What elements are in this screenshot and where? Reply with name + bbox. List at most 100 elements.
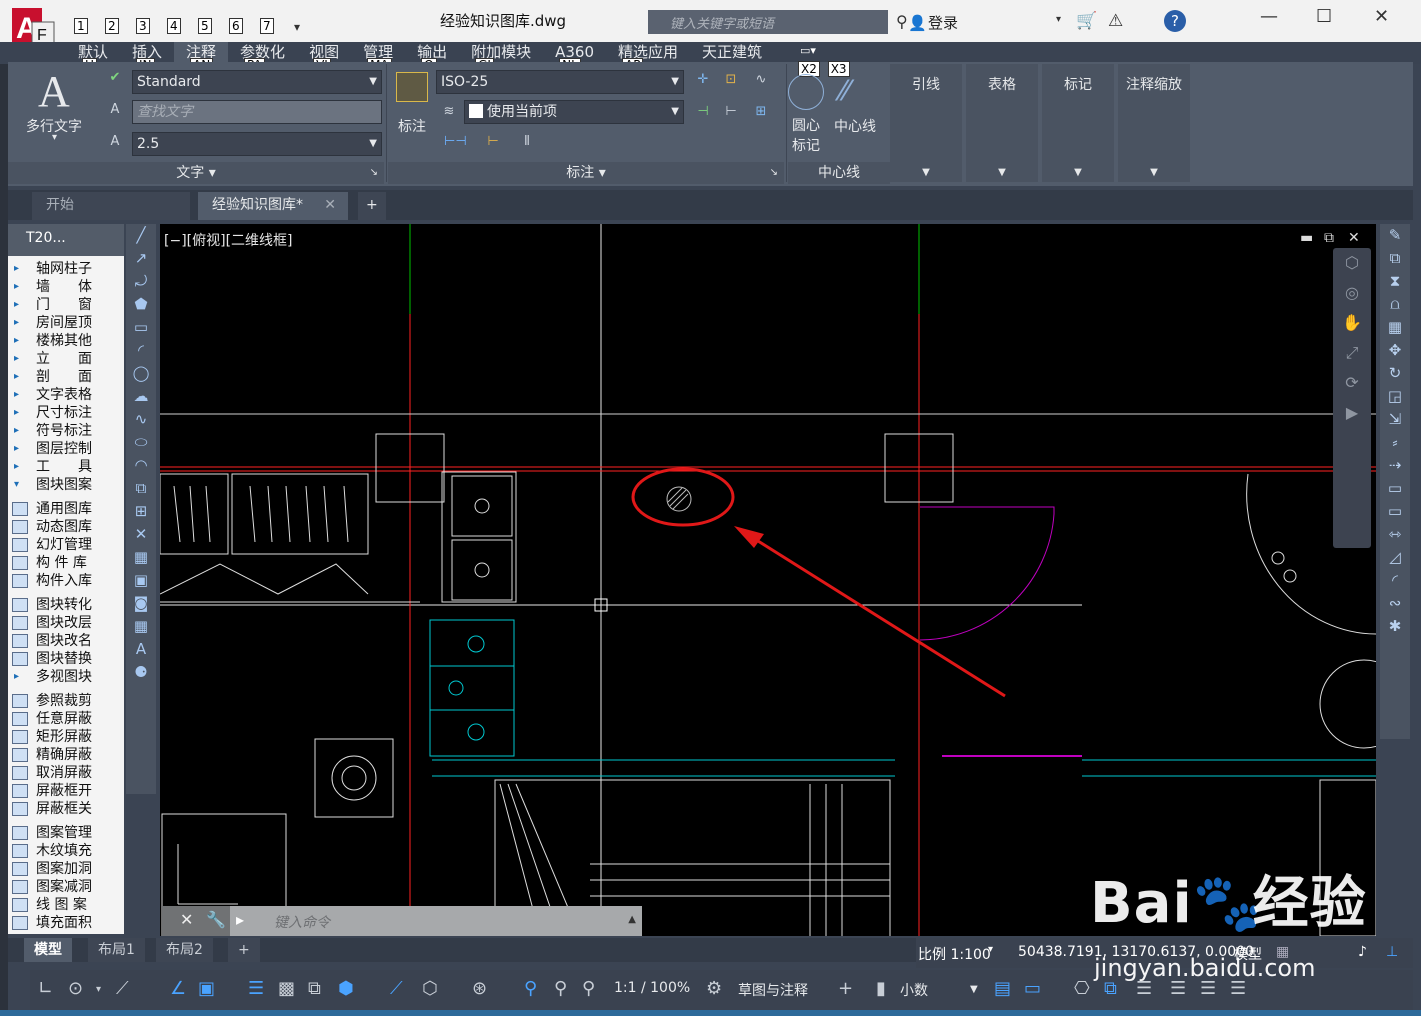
t20-menu-item[interactable]: 图块改名 — [8, 632, 124, 650]
t20-menu-item[interactable]: 屏蔽框关 — [8, 800, 124, 818]
centerline-button[interactable]: 中心线 — [834, 116, 876, 136]
blend-icon[interactable]: ∾ — [1380, 592, 1410, 615]
tab-featured-apps[interactable]: 精选应用AP — [606, 42, 690, 73]
auto-scale-icon[interactable]: ⚲ — [554, 978, 567, 999]
object-snap-icon[interactable]: ▣ — [198, 978, 215, 999]
tab-model[interactable]: 模型 — [24, 938, 72, 962]
showmotion-icon[interactable]: ▶ — [1333, 398, 1371, 428]
units-select[interactable]: 小数 — [900, 980, 928, 1000]
t20-menu-item[interactable]: 图案管理 — [8, 824, 124, 842]
t20-menu-item[interactable]: 屏蔽框开 — [8, 782, 124, 800]
tab-default[interactable]: 默认H — [66, 42, 120, 73]
wrench-icon[interactable]: 🔧 — [206, 910, 226, 929]
drawing-viewport[interactable]: [−][俯视][二维线框] ▬ ⧉ ✕ — [160, 224, 1376, 936]
command-prompt-icon[interactable]: ▸ — [236, 910, 244, 929]
ellipse-arc-icon[interactable]: ◠ — [126, 454, 156, 477]
tab-layout2[interactable]: 布局2 — [156, 938, 213, 962]
tab-start[interactable]: 开始 — [32, 192, 190, 220]
t20-menu-item[interactable]: ▸ 剖 面 — [8, 368, 124, 386]
annotation-visibility-icon[interactable]: ⚲ — [524, 978, 537, 999]
viewport-minimize-icon[interactable]: ▬ — [1300, 230, 1313, 246]
dim-break-icon[interactable]: ⊢ — [484, 134, 502, 150]
close-icon[interactable]: ✕ — [180, 910, 193, 929]
ribbon-minimize-icon[interactable]: ▭▾ — [800, 44, 816, 57]
t20-menu-item[interactable]: 矩形屏蔽 — [8, 728, 124, 746]
user-icon[interactable]: 👤 — [908, 14, 927, 32]
viewcube-icon[interactable]: ⬡ — [1333, 248, 1371, 278]
erase-icon[interactable]: ✎ — [1380, 224, 1410, 247]
tab-output[interactable]: 输出O — [405, 42, 459, 73]
dim-adjust-icon[interactable]: ✛ — [694, 72, 712, 88]
join-icon[interactable]: ⇿ — [1380, 523, 1410, 546]
t20-menu-item[interactable]: 填充面积 — [8, 914, 124, 932]
extend-icon[interactable]: ⇢ — [1380, 454, 1410, 477]
t20-menu-item[interactable]: ▸ 墙 体 — [8, 278, 124, 296]
mtext-dropdown-icon[interactable]: ▾ — [52, 132, 57, 143]
array-icon[interactable]: ▦ — [1380, 316, 1410, 339]
make-block-icon[interactable]: ⊞ — [126, 500, 156, 523]
text-panel-footer[interactable]: 文字 ▾ ↘ — [8, 162, 384, 184]
annotation-scale-select[interactable]: 1:1 / 100% — [614, 980, 690, 996]
t20-menu-item-expanded[interactable]: ▾ 图块图案 — [8, 476, 124, 494]
t20-menu-item[interactable]: ▸ 图层控制 — [8, 440, 124, 458]
stretch-icon[interactable]: ⇲ — [1380, 408, 1410, 431]
t20-menu-item[interactable]: ▸ 多视图块 — [8, 668, 124, 686]
isodraft-icon[interactable]: ⟋ — [116, 978, 129, 999]
text-height-select[interactable]: 2.5 ▼ — [132, 132, 382, 156]
dynamic-ucs-icon[interactable]: ⟋ — [390, 978, 403, 999]
dim-layer-select[interactable]: 使用当前项 ▼ — [464, 100, 684, 124]
polar-tracking-icon[interactable]: ⊙ — [68, 978, 83, 999]
revcloud-icon[interactable]: ☁ — [126, 385, 156, 408]
table-panel[interactable]: 表格 ▼ — [966, 64, 1038, 182]
dim-reassoc-icon[interactable]: ⊢ — [722, 104, 740, 120]
t20-menu-item[interactable]: 图块改层 — [8, 614, 124, 632]
t20-menu-item[interactable]: 构件入库 — [8, 572, 124, 590]
new-tab-button[interactable]: + — [358, 192, 386, 220]
tab-a360[interactable]: A360NL — [543, 42, 606, 73]
t20-menu-item[interactable]: 精确屏蔽 — [8, 746, 124, 764]
hatch-icon[interactable]: ▦ — [126, 546, 156, 569]
polygon-icon[interactable]: ⬟ — [126, 293, 156, 316]
circle-icon[interactable]: ◯ — [126, 362, 156, 385]
command-input[interactable]: 键入命令 — [274, 912, 330, 932]
lock-ui-icon[interactable]: ▭ — [1024, 978, 1041, 999]
point-icon[interactable]: ✕ — [126, 523, 156, 546]
command-line[interactable]: ✕ 🔧 ▸ 键入命令 ▲ — [162, 906, 642, 936]
autocad-logo-button[interactable]: A F — [10, 6, 58, 46]
network-icon[interactable]: ⚠ — [1108, 11, 1123, 31]
maximize-icon[interactable]: ☐ — [1316, 6, 1332, 27]
t20-menu-item[interactable]: 图块转化 — [8, 596, 124, 614]
search-input[interactable]: 键入关键字或短语 — [648, 10, 888, 34]
table-icon[interactable]: ▦ — [126, 615, 156, 638]
find-text-input[interactable]: 查找文字 — [132, 100, 382, 124]
3d-snap-icon[interactable]: ⬢ — [338, 978, 354, 999]
move-icon[interactable]: ✥ — [1380, 339, 1410, 362]
chevron-down-icon[interactable]: ▾ — [988, 944, 993, 955]
arc-icon[interactable]: ◜ — [126, 339, 156, 362]
break-icon[interactable]: ▭ — [1380, 500, 1410, 523]
offset-icon[interactable]: ⩍ — [1380, 293, 1410, 316]
t20-menu-item[interactable]: 木纹填充 — [8, 842, 124, 860]
t20-menu-item[interactable]: ▸ 轴网柱子 — [8, 260, 124, 278]
gradient-icon[interactable]: ▣ — [126, 569, 156, 592]
polyline-icon[interactable]: ⤾ — [126, 270, 156, 293]
center-mark-button[interactable]: 圆心 标记 — [792, 116, 820, 156]
plus-icon[interactable]: + — [838, 978, 853, 999]
dialog-launcher-icon[interactable]: ↘ — [770, 162, 778, 184]
explode-icon[interactable]: ✱ — [1380, 615, 1410, 638]
t20-menu-item[interactable]: ▸ 文字表格 — [8, 386, 124, 404]
chevron-down-icon[interactable]: ▼ — [970, 984, 978, 995]
qat-customize-icon[interactable]: ▾ — [283, 10, 311, 34]
dim-style-select[interactable]: ISO-25 ▼ — [436, 70, 684, 94]
tab-manage[interactable]: 管理MA — [351, 42, 405, 73]
chevron-down-icon[interactable]: ▾ — [96, 984, 101, 995]
gear-icon[interactable]: ⚙ — [706, 978, 722, 999]
tab-document[interactable]: 经验知识图库* ✕ — [198, 192, 348, 220]
t20-menu-item[interactable]: 动态图库 — [8, 518, 124, 536]
tab-layout1[interactable]: 布局1 — [88, 938, 145, 962]
annotation-scale-status[interactable]: 比例 1:100 — [918, 944, 991, 964]
t20-menu-item[interactable]: 幻灯管理 — [8, 536, 124, 554]
spline-icon[interactable]: ∿ — [126, 408, 156, 431]
t20-menu-item[interactable]: ▸ 房间屋顶 — [8, 314, 124, 332]
t20-menu-item[interactable]: 图案加洞 — [8, 860, 124, 878]
